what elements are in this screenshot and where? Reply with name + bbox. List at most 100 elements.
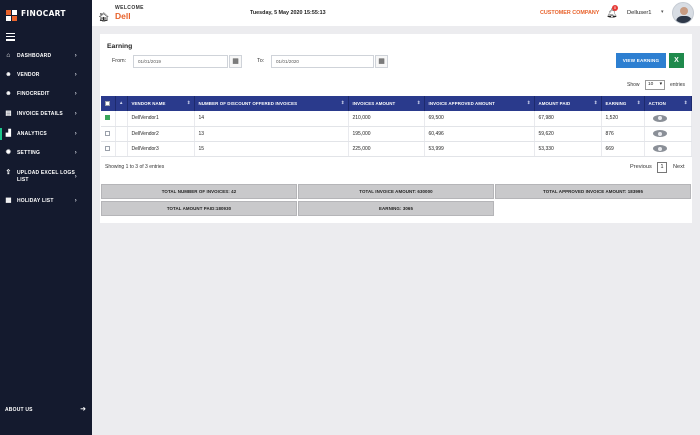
sidebar-item-dashboard[interactable]: ⌂ DASHBOARD › [0, 52, 81, 60]
column-header-approved-amount[interactable]: INVOICE APPROVED AMOUNT ⇕ [424, 96, 535, 111]
column-header-label: INVOICES AMOUNT [352, 101, 396, 106]
amount-paid-cell: 53,330 [534, 141, 602, 157]
user-menu[interactable]: Delluser1 [627, 10, 652, 16]
invoice-count-cell: 15 [194, 141, 349, 157]
row-select-cell[interactable] [101, 111, 116, 127]
row-checkbox-checked[interactable] [105, 115, 110, 121]
users-icon: ☻ [5, 71, 13, 78]
from-label: From: [112, 58, 127, 64]
summary-total-invoices: TOTAL NUMBER OF INVOICES: 42 [101, 184, 297, 199]
approved-amount-cell: 60,496 [424, 126, 535, 142]
logo[interactable]: FINOCART [0, 0, 92, 26]
sidebar-item-setting[interactable]: ✹ SETTING › [0, 149, 81, 157]
sidebar-item-invoice-details[interactable]: ▤ INVOICE DETAILS › [0, 110, 81, 118]
vendor-name-cell: DellVendor1 [127, 111, 195, 127]
column-header-label: VENDOR NAME [131, 101, 166, 106]
home-icon[interactable]: 🏠︎ [98, 12, 109, 23]
column-header-action[interactable]: ACTION ⇕ [644, 96, 692, 111]
sidebar-item-holiday-list[interactable]: ▦ HOLIDAY LIST › [0, 197, 81, 205]
sidebar-item-upload-excel-logs[interactable]: ⇪ UPLOAD EXCEL LOGS LIST › [0, 169, 81, 184]
top-header: 🏠︎ WELCOME Dell Tuesday, 5 May 2020 15:5… [92, 0, 700, 26]
sort-icon: ⇕ [526, 100, 531, 105]
arrow-right-icon[interactable]: ➜ [80, 405, 86, 413]
row-checkbox[interactable] [105, 130, 110, 136]
empty-cell [115, 126, 128, 142]
summary-total-paid: TOTAL AMOUNT PAID:180930 [101, 201, 297, 216]
to-date-input[interactable] [271, 55, 374, 68]
sidebar-item-label: SETTING [17, 150, 41, 156]
summary-total-invoice-amount: TOTAL INVOICE AMOUNT: 630000 [298, 184, 494, 199]
company-name[interactable]: CUSTOMER COMPANY [540, 10, 599, 16]
page-size-value: 10 [648, 82, 654, 87]
row-select-cell[interactable] [101, 126, 116, 142]
to-label: To: [257, 58, 265, 64]
action-cell [644, 141, 692, 157]
earning-cell: 1,520 [601, 111, 645, 127]
summary-earning: EARNING: 3065 [298, 201, 494, 216]
page-number-button[interactable]: 1 [657, 162, 667, 173]
upload-icon: ⇪ [5, 169, 12, 176]
previous-page-button[interactable]: Previous [630, 164, 652, 170]
invoice-amount-cell: 225,000 [348, 141, 425, 157]
chevron-right-icon: › [74, 111, 77, 117]
logo-text: FINOCART [21, 8, 66, 18]
sidebar-item-label: VENDOR [17, 72, 40, 78]
chevron-down-icon[interactable]: ▾ [661, 9, 664, 15]
calendar-icon[interactable]: ▦ [229, 55, 242, 68]
action-cell [644, 126, 692, 142]
table-row: DellVendor2 13 195,000 60,496 59,620 876 [101, 126, 692, 142]
chevron-right-icon: › [74, 150, 77, 156]
sort-icon: ⇕ [340, 100, 345, 105]
sidebar-item-finocredit[interactable]: ☻ FINOCREDIT › [0, 90, 81, 98]
row-select-cell[interactable] [101, 141, 116, 157]
column-header-vendor-name[interactable]: VENDOR NAME ⇕ [127, 96, 195, 111]
chevron-right-icon: › [74, 198, 77, 204]
vendor-name-cell: DellVendor2 [127, 126, 195, 142]
invoice-amount-cell: 210,000 [348, 111, 425, 127]
eye-icon[interactable] [652, 130, 667, 137]
avatar[interactable] [672, 2, 694, 24]
empty-cell [115, 111, 128, 127]
earning-table: ▲ VENDOR NAME ⇕ NUMBER OF DISCOUNT OFFERE… [101, 96, 692, 157]
about-us-link[interactable]: ABOUT US [5, 407, 33, 413]
sidebar-item-label: UPLOAD EXCEL LOGS LIST [17, 170, 76, 183]
excel-export-icon[interactable]: X [669, 53, 684, 68]
column-header-earning[interactable]: EARNING ⇕ [601, 96, 645, 111]
welcome-user: Dell [115, 11, 131, 21]
earning-cell: 876 [601, 126, 645, 142]
column-header-label: AMOUNT PAID [538, 101, 571, 106]
from-date-input[interactable] [133, 55, 228, 68]
view-earning-button[interactable]: VIEW EARNING [616, 53, 666, 68]
amount-paid-cell: 67,980 [534, 111, 602, 127]
next-page-button[interactable]: Next [673, 164, 685, 170]
chevron-right-icon: › [74, 72, 77, 78]
table-info: Showing 1 to 3 of 3 entries [105, 164, 165, 170]
sort-header[interactable]: ▲ [115, 96, 128, 111]
sidebar-item-vendor[interactable]: ☻ VENDOR › [0, 71, 81, 79]
earning-panel: Earning From: ▦ To: ▦ VIEW EARNING X Sho… [100, 34, 692, 223]
table-row: DellVendor3 15 225,000 53,999 53,330 669 [101, 141, 692, 157]
sidebar-item-analytics[interactable]: ▟ ANALYTICS › [0, 130, 81, 138]
calendar-icon[interactable]: ▦ [375, 55, 388, 68]
sidebar-item-label: FINOCREDIT [17, 91, 50, 97]
chart-icon: ▟ [5, 130, 12, 137]
sort-icon: ⇕ [593, 100, 598, 105]
column-header-invoices-amount[interactable]: INVOICES AMOUNT ⇕ [348, 96, 425, 111]
column-header-amount-paid[interactable]: AMOUNT PAID ⇕ [534, 96, 602, 111]
page-size-select[interactable]: 10 ▾ [645, 80, 665, 90]
select-all-checkbox[interactable] [105, 101, 110, 107]
table-row: DellVendor1 14 210,000 69,500 67,980 1,5… [101, 111, 692, 127]
menu-toggle-icon[interactable] [6, 33, 15, 43]
approved-amount-cell: 69,500 [424, 111, 535, 127]
column-header-label: NUMBER OF DISCOUNT OFFERED INVOICES [198, 101, 298, 106]
sort-icon: ⇕ [186, 100, 191, 105]
select-all-header[interactable] [101, 96, 116, 111]
row-checkbox[interactable] [105, 145, 110, 151]
eye-icon[interactable] [652, 114, 667, 122]
invoice-amount-cell: 195,000 [348, 126, 425, 142]
eye-icon[interactable] [652, 145, 667, 152]
document-icon: ▤ [5, 110, 12, 117]
notification-badge: 0 [612, 5, 618, 11]
column-header-discount-invoices[interactable]: NUMBER OF DISCOUNT OFFERED INVOICES ⇕ [194, 96, 349, 111]
chevron-right-icon: › [74, 174, 77, 180]
